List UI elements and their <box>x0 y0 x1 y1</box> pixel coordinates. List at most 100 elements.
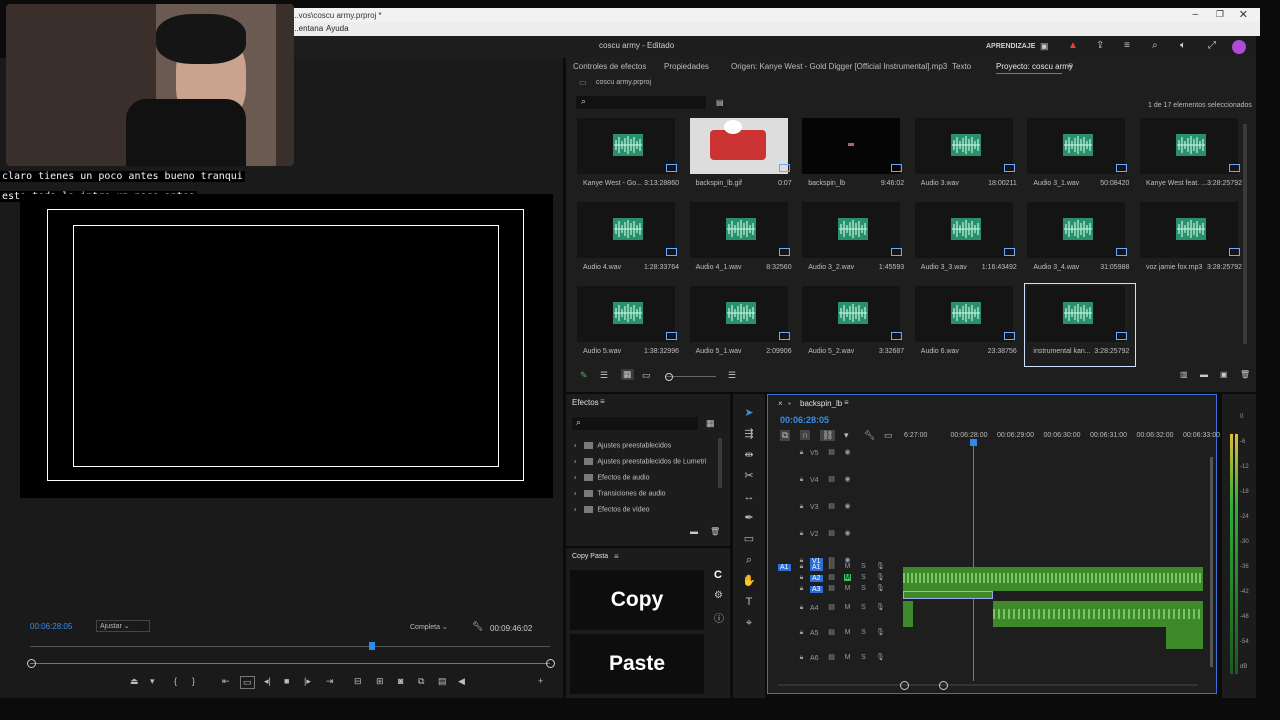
bin-item[interactable]: Audio 6.wav 23:38756 <box>914 286 1021 364</box>
tab-properties[interactable]: Propiedades <box>664 62 709 71</box>
pencil-icon[interactable]: ✎ <box>580 370 588 381</box>
type-tool-icon[interactable]: T <box>742 595 756 609</box>
solo-button[interactable]: S <box>860 585 867 592</box>
bin-item[interactable]: backspin_lb 9:46:02 <box>802 118 908 196</box>
transform-tool-icon[interactable]: ⌖ <box>742 616 756 630</box>
lock-icon[interactable]: 🔒︎ <box>798 563 805 570</box>
audio-track-header[interactable]: 🔒︎ A3 ▤ M S 🎙︎ <box>768 585 904 599</box>
solo-button[interactable]: S <box>860 629 867 636</box>
program-ruler[interactable] <box>30 646 550 651</box>
quality-dropdown[interactable]: Completa ⌄ <box>410 623 448 631</box>
microphone-icon[interactable]: 🎙︎ <box>876 585 885 592</box>
source-patch[interactable]: A1 <box>778 564 791 571</box>
sync-lock-icon[interactable]: ▤ <box>828 629 835 636</box>
solo-button[interactable]: S <box>860 604 867 611</box>
effects-item-audio-effects[interactable]: › Efectos de audio <box>574 474 650 481</box>
mute-button[interactable]: M <box>844 585 851 592</box>
timeline-hscroll[interactable] <box>778 684 1198 686</box>
mute-button[interactable]: M <box>844 574 851 581</box>
panel-icon[interactable]: ▣ <box>1040 41 1049 52</box>
track-label[interactable]: V3 <box>810 504 819 511</box>
marker-icon[interactable]: ⏏ <box>130 676 139 687</box>
lock-icon[interactable]: 🔒︎ <box>798 629 805 636</box>
fit-dropdown[interactable]: Ajustar ⌄ <box>96 620 150 632</box>
bin-item[interactable]: Kanye West - Go... 3:13:28860 <box>577 118 683 196</box>
bin-item[interactable]: Audio 3_3.wav 1:16:43492 <box>914 202 1021 280</box>
zoom-scrollbar[interactable] <box>30 663 550 664</box>
microphone-icon[interactable]: 🎙︎ <box>876 563 885 570</box>
menu-icon[interactable]: ≡ <box>1124 40 1130 51</box>
accelerated-icon[interactable]: ▦ <box>706 418 715 429</box>
bin-item[interactable]: Audio 4.wav 1:28:33764 <box>577 202 683 280</box>
bin-item[interactable]: instrumental kan... 3:28:25792 <box>1024 283 1137 367</box>
sync-lock-icon[interactable]: ▤ <box>828 503 835 510</box>
speaker-icon[interactable]: ◀︎ <box>458 676 465 687</box>
freeform-view-icon[interactable]: ▭ <box>642 370 651 381</box>
lift-icon[interactable]: ⊟ <box>354 676 362 687</box>
effects-search-input[interactable]: ⌕ <box>572 417 698 430</box>
warning-icon[interactable]: ▲ <box>1068 40 1078 51</box>
settings-wrench-icon[interactable]: 🔧︎ <box>864 430 875 441</box>
bin-item[interactable]: Audio 5.wav 1:38:32996 <box>577 286 683 364</box>
sequence-tab[interactable]: backspin_lb <box>800 399 842 408</box>
mute-button[interactable]: M <box>844 563 851 570</box>
hscroll-handle-left[interactable] <box>900 681 909 690</box>
audio-clip-a5[interactable] <box>1166 627 1203 649</box>
track-label[interactable]: A2 <box>810 575 823 582</box>
lock-icon[interactable]: 🔒︎ <box>798 574 805 581</box>
menu-window[interactable]: ...entana <box>292 24 323 33</box>
close-sequence-icon[interactable]: × <box>778 399 783 408</box>
lock-icon[interactable]: 🔒︎ <box>798 585 805 592</box>
bin-item[interactable]: Audio 4_1.wav 8:32560 <box>689 202 796 280</box>
info-icon[interactable]: ⓘ <box>714 610 724 625</box>
program-timecode[interactable]: 00:06:28:05 <box>30 622 72 631</box>
audio-track-header[interactable]: 🔒︎ A4 ▤ M S 🎙︎ <box>768 604 904 618</box>
effects-item-presets[interactable]: › Ajustes preestablecidos <box>574 442 671 449</box>
new-item-icon[interactable]: ▣ <box>1220 370 1228 379</box>
linked-selection-icon[interactable]: ⛓ <box>820 430 836 441</box>
scroll-handle-right[interactable] <box>546 659 555 668</box>
mute-button[interactable]: M <box>844 629 851 636</box>
bin-item[interactable]: Audio 3_2.wav 1:45593 <box>802 202 908 280</box>
effects-item-lumetri[interactable]: › Ajustes preestablecidos de Lumetri <box>574 458 706 465</box>
program-playhead[interactable] <box>369 642 375 650</box>
audio-track-header[interactable]: 🔒︎ A5 ▤ M S 🎙︎ <box>768 629 904 643</box>
icon-view-icon[interactable]: ▦ <box>621 369 634 380</box>
snap-icon[interactable]: ∩ <box>800 430 811 440</box>
lock-icon[interactable]: 🔒︎ <box>798 654 805 661</box>
slip-tool-icon[interactable]: ↔ <box>742 490 756 504</box>
track-label[interactable]: A5 <box>810 630 819 637</box>
solo-button[interactable]: S <box>860 574 867 581</box>
step-back-icon[interactable]: ◂| <box>264 676 271 687</box>
stop-icon[interactable]: ■ <box>284 676 289 686</box>
effects-item-audio-transitions[interactable]: › Transiciones de audio <box>574 490 666 497</box>
learn-button[interactable]: APRENDIZAJE <box>986 43 1035 50</box>
bin-item[interactable]: Audio 3_1.wav 50:08420 <box>1027 118 1133 196</box>
mark-out-icon[interactable]: } <box>192 676 195 686</box>
extract-icon[interactable]: ⊞ <box>376 676 384 687</box>
track-label[interactable]: V5 <box>810 450 819 457</box>
captions-icon[interactable]: ▭ <box>884 430 893 441</box>
solo-button[interactable]: S <box>860 563 867 570</box>
step-forward-icon[interactable]: |▸ <box>304 676 311 687</box>
sync-lock-icon[interactable]: ▤ <box>828 476 835 483</box>
minimize-icon[interactable]: – <box>1192 9 1198 20</box>
trash-icon[interactable]: 🗑︎ <box>710 527 720 536</box>
sync-lock-icon[interactable]: ▤ <box>828 563 835 570</box>
safe-margins-icon[interactable]: ▭ <box>240 676 255 689</box>
audio-clip-a3[interactable] <box>903 591 993 599</box>
scroll-handle-left[interactable] <box>27 659 36 668</box>
sync-lock-icon[interactable]: ▤ <box>828 574 835 581</box>
avatar[interactable] <box>1232 40 1246 54</box>
automate-icon[interactable]: ▥ <box>1180 370 1188 379</box>
track-select-tool-icon[interactable]: ⇶ <box>742 427 756 441</box>
track-label[interactable]: V2 <box>810 531 819 538</box>
list-view-icon[interactable]: ☰ <box>600 370 608 381</box>
microphone-icon[interactable]: 🎙︎ <box>876 604 885 611</box>
microphone-icon[interactable]: 🎙︎ <box>876 629 885 636</box>
zoom-slider-handle[interactable] <box>665 373 673 381</box>
video-track-header[interactable]: 🔒︎ V4 ▤ ◉ <box>768 476 904 490</box>
rectangle-tool-icon[interactable]: ▭ <box>742 532 756 546</box>
sync-lock-icon[interactable]: ▤ <box>828 585 835 592</box>
effects-menu-icon[interactable]: ≡ <box>600 397 605 406</box>
